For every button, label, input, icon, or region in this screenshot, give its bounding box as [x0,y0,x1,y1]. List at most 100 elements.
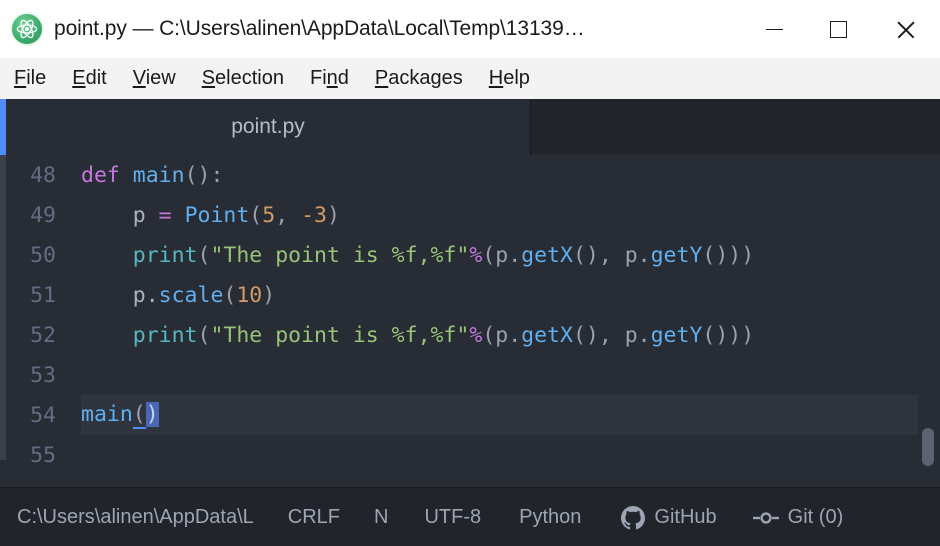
code-text: print("The point is %f,%f"%(p.getX(), p.… [68,323,754,348]
menu-item-find[interactable]: Find [297,67,362,90]
code-token: (): [184,162,224,188]
status-encoding-flag[interactable]: N [374,506,388,529]
git-commit-icon [752,508,779,528]
code-token: Point [184,202,250,228]
code-token: (p. [482,322,522,348]
close-button[interactable] [870,0,940,58]
code-token: p [81,202,159,228]
bracket-match: ( [132,401,146,429]
code-token: scale [158,282,224,308]
code-token: getY [650,322,703,348]
status-grammar-label: Python [519,506,582,528]
status-git-label: Git (0) [787,506,844,528]
code-token: -3 [301,202,327,228]
line-number: 49 [30,202,56,228]
status-encoding-label: UTF-8 [424,506,482,528]
window-controls [742,0,940,58]
github-octocat-icon [621,505,646,530]
code-token: ( [197,322,211,348]
status-git[interactable]: Git (0) [752,506,844,529]
window-title: point.py — C:\Users\alinen\AppData\Local… [54,17,585,40]
status-bar: C:\Users\alinen\AppData\L CRLF N UTF-8 P… [0,487,940,546]
status-line-ending[interactable]: CRLF [288,506,340,529]
line-number: 53 [30,362,56,388]
code-token: def [81,162,133,188]
code-token: "The point is %f,%f" [210,322,470,348]
status-encoding-flag-label: N [374,506,389,528]
code-line[interactable]: 49 p = Point(5, -3) [0,195,940,235]
code-token: ) [326,202,340,228]
code-token: p. [81,282,159,308]
minimize-button[interactable] [742,0,806,58]
text-cursor: ) [145,401,159,427]
menu-item-packages[interactable]: Packages [362,67,476,90]
code-token: ())) [702,322,755,348]
code-token: ())) [702,242,755,268]
menu-item-help[interactable]: Help [476,67,543,90]
code-token: main [81,401,133,427]
code-token: % [469,242,483,268]
line-number: 55 [30,442,56,468]
code-token: ( [249,202,263,228]
active-line-highlight [81,395,918,435]
menu-item-edit[interactable]: Edit [59,67,119,90]
status-grammar[interactable]: Python [519,506,581,529]
status-file-path-label: C:\Users\alinen\AppData\L [17,506,254,528]
code-token: % [469,322,483,348]
status-encoding[interactable]: UTF-8 [424,506,481,529]
code-line[interactable]: 50 print("The point is %f,%f"%(p.getX(),… [0,235,940,275]
status-line-ending-label: CRLF [287,506,341,528]
code-lines: 48 def main(): 49 p = Point(5, -3) 50 print… [0,155,940,475]
menu-item-file[interactable]: File [0,67,59,90]
code-text: p.scale(10) [68,283,275,308]
code-text: print("The point is %f,%f"%(p.getX(), p.… [68,243,754,268]
code-token: , [275,202,302,228]
menu-bar: File Edit View Selection Find Packages Help [0,58,940,100]
atom-editor-window: point.py — C:\Users\alinen\AppData\Local… [0,0,940,546]
code-line[interactable]: 53 [0,355,940,395]
vertical-scrollbar-thumb[interactable] [922,428,934,466]
status-file-path[interactable]: C:\Users\alinen\AppData\L [17,506,254,529]
code-token: ( [197,242,211,268]
code-token: ( [223,282,237,308]
maximize-button[interactable] [806,0,870,58]
code-text: main() [68,401,159,429]
code-line[interactable]: 52 print("The point is %f,%f"%(p.getX(),… [0,315,940,355]
code-token: getY [650,242,703,268]
code-token: (), p. [572,242,651,268]
menu-item-selection[interactable]: Selection [189,67,297,90]
minimize-icon [765,28,783,30]
status-github[interactable]: GitHub [621,505,717,530]
line-number: 50 [30,242,56,268]
line-number: 51 [30,282,56,308]
code-line[interactable]: 54 main() [0,395,940,435]
code-token: getX [521,322,573,348]
atom-icon [12,14,42,44]
code-token: getX [521,242,573,268]
line-number: 52 [30,322,56,348]
code-editor[interactable]: 48 def main(): 49 p = Point(5, -3) 50 print… [0,155,940,487]
code-token: = [158,202,185,228]
menu-item-view[interactable]: View [120,67,189,90]
tab-label: point.py [231,115,305,138]
tab-point-py[interactable]: point.py [6,99,531,155]
code-text: def main(): [68,163,223,188]
tab-bar: point.py [0,99,940,155]
close-icon [896,20,915,39]
maximize-icon [829,20,847,38]
code-token: (), p. [572,322,651,348]
code-line[interactable]: 51 p.scale(10) [0,275,940,315]
code-token: ) [262,282,276,308]
code-text: p = Point(5, -3) [68,203,340,228]
code-token: 10 [236,282,263,308]
title-bar: point.py — C:\Users\alinen\AppData\Local… [0,0,940,59]
code-token: print [132,322,198,348]
code-line[interactable]: 48 def main(): [0,155,940,195]
code-token: main [132,162,185,188]
status-github-label: GitHub [654,506,717,528]
horizontal-scrollbar-track[interactable] [0,460,940,487]
code-token: "The point is %f,%f" [210,242,470,268]
line-number: 54 [30,402,56,428]
